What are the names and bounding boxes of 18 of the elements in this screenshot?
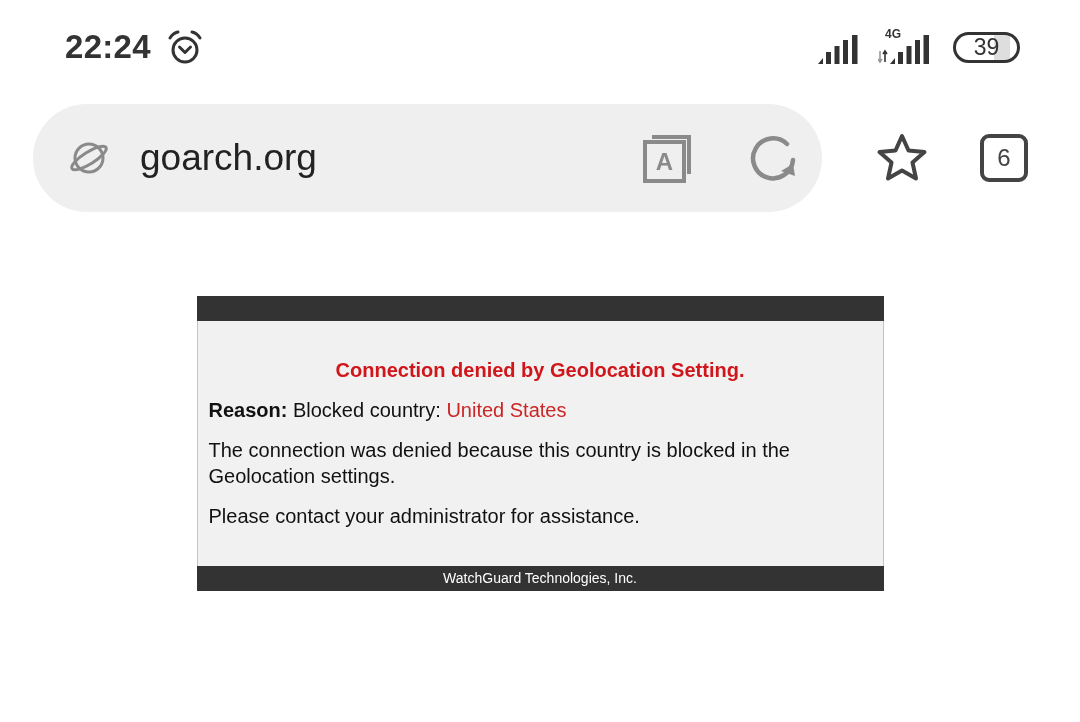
battery-indicator: 39 xyxy=(953,31,1020,63)
footer-text: WatchGuard Technologies, Inc. xyxy=(196,566,884,591)
clock-time: 22:24 xyxy=(65,28,151,66)
refresh-icon xyxy=(749,134,797,182)
address-bar[interactable]: goarch.org A xyxy=(33,104,822,212)
error-title: Connection denied by Geolocation Setting. xyxy=(334,358,746,383)
tab-count-button[interactable]: 6 xyxy=(980,134,1028,182)
signal-bars-icon xyxy=(818,34,858,64)
url-text[interactable]: goarch.org xyxy=(140,137,643,179)
stacked-squares-icon xyxy=(643,133,693,183)
reason-text: Reason: Blocked country: United States xyxy=(208,398,568,423)
network-type-label: 4G xyxy=(885,27,901,40)
refresh-button[interactable] xyxy=(749,134,797,182)
message-text: Please contact your administrator for assistance. xyxy=(208,504,641,529)
message-text: The connection was denied because this country is blocked in the Geolocation settings. xyxy=(208,438,791,489)
bookmark-button[interactable] xyxy=(876,133,928,183)
star-icon xyxy=(876,133,928,183)
alarm-clock-icon xyxy=(166,30,203,66)
